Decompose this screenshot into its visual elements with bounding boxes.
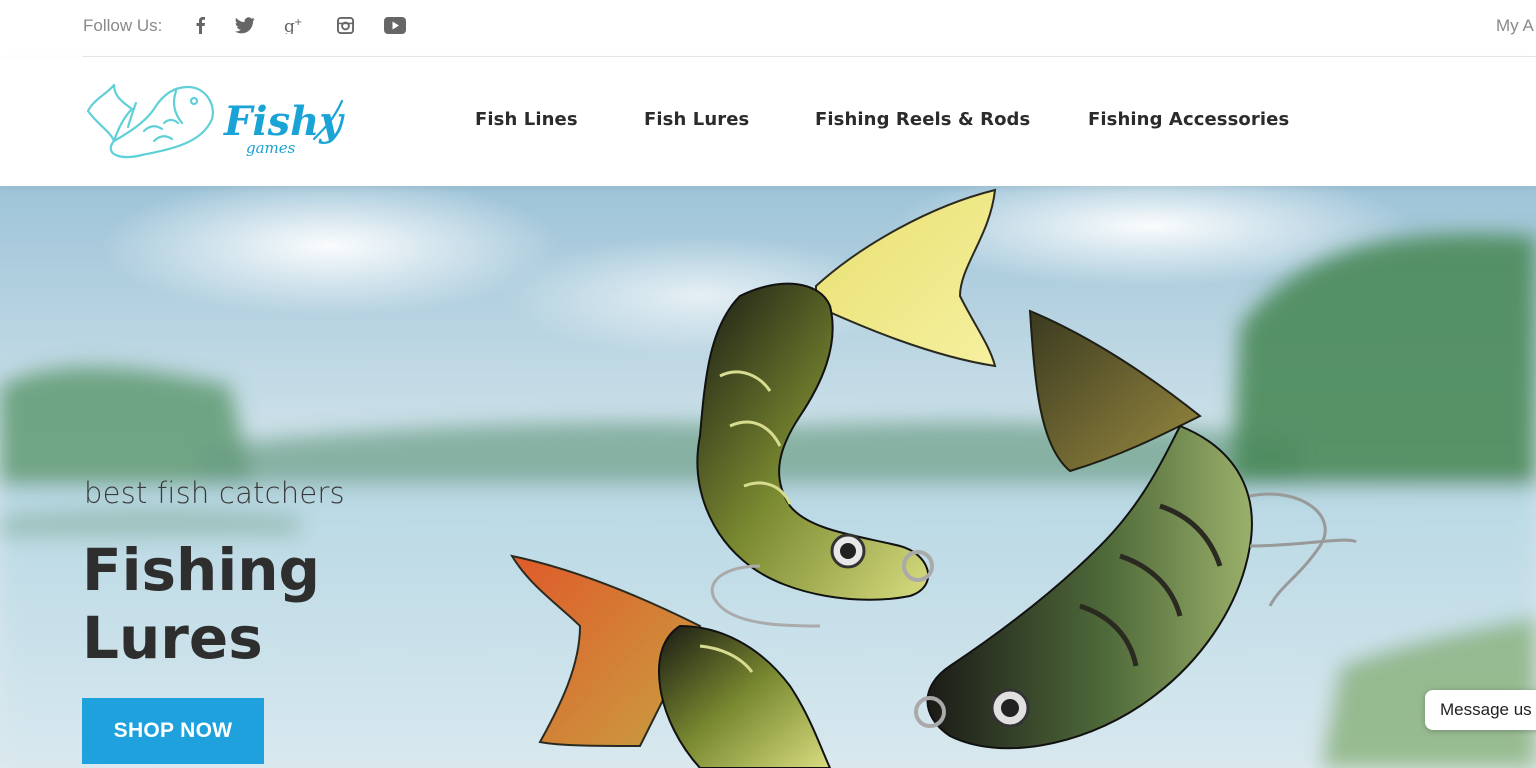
hero-banner: best fish catchers Fishing Lures SHOP NO… bbox=[0, 186, 1536, 768]
twitter-icon[interactable] bbox=[233, 13, 257, 37]
message-us-button[interactable]: Message us bbox=[1425, 690, 1536, 730]
hero-subtitle: best fish catchers bbox=[84, 476, 345, 510]
fish-logo-icon: Fishy games bbox=[86, 83, 345, 159]
logo-wordmark: Fishy bbox=[223, 98, 345, 145]
google-plus-icon[interactable]: g + bbox=[283, 13, 307, 37]
fishy-games-logo[interactable]: Fishy games bbox=[84, 79, 346, 165]
top-bar: Follow Us: g + My A bbox=[0, 0, 1536, 57]
nav-fish-lures[interactable]: Fish Lures bbox=[644, 109, 749, 130]
follow-us-label: Follow Us: bbox=[83, 16, 163, 35]
nav-fishing-reels-rods[interactable]: Fishing Reels & Rods bbox=[815, 109, 1030, 130]
shop-now-button[interactable]: SHOP NOW bbox=[82, 698, 264, 764]
logo-subword: games bbox=[246, 139, 296, 157]
facebook-icon[interactable] bbox=[188, 13, 212, 37]
youtube-icon[interactable] bbox=[383, 13, 407, 37]
svg-text:+: + bbox=[294, 17, 302, 28]
site-header: Fishy games Fish Lines Fish Lures Fishin… bbox=[0, 57, 1536, 186]
hero-title: Fishing Lures bbox=[82, 536, 321, 672]
instagram-icon[interactable] bbox=[333, 13, 357, 37]
nav-fish-lines[interactable]: Fish Lines bbox=[475, 109, 578, 130]
nav-fishing-accessories[interactable]: Fishing Accessories bbox=[1088, 109, 1289, 130]
my-account-link[interactable]: My A bbox=[1496, 16, 1534, 36]
